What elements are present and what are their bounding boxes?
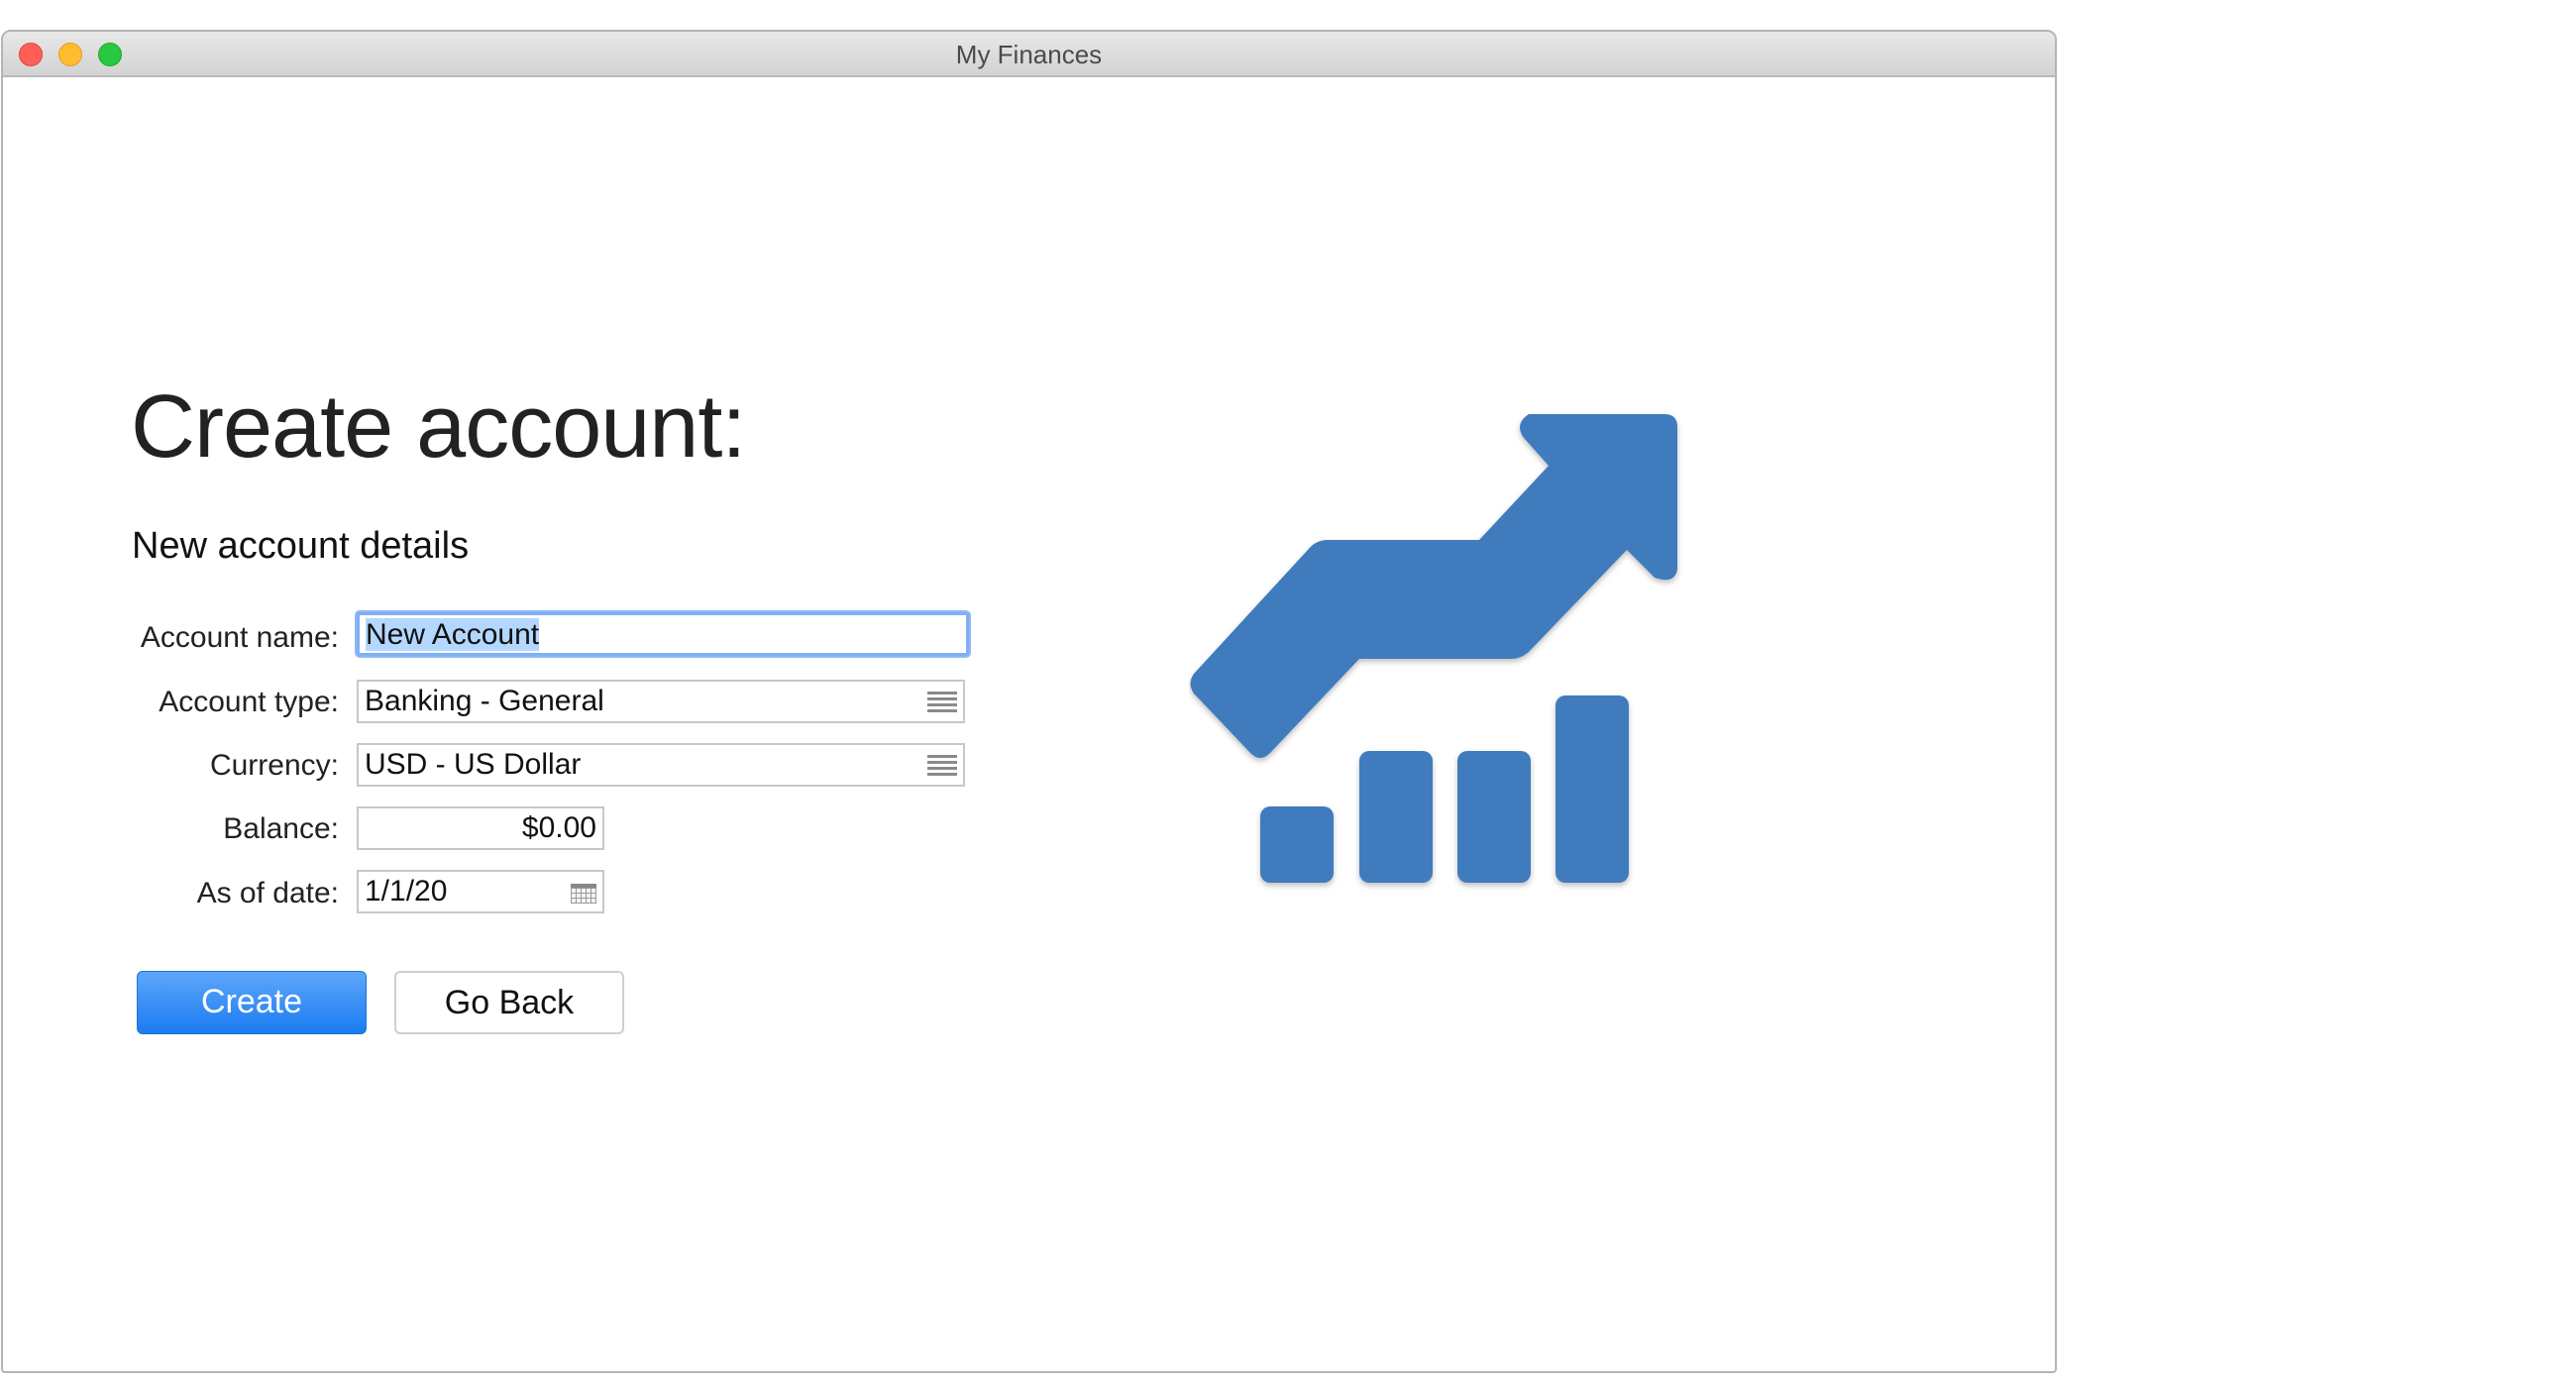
as-of-date-picker[interactable]: 1/1/20 xyxy=(357,870,604,913)
currency-value: USD - US Dollar xyxy=(365,748,582,781)
chart-bar xyxy=(1260,806,1334,883)
currency-label: Currency: xyxy=(209,749,339,782)
balance-label: Balance: xyxy=(223,812,339,845)
currency-select[interactable]: USD - US Dollar xyxy=(357,743,965,787)
chart-bar xyxy=(1457,751,1531,883)
page-title: Create account: xyxy=(131,377,746,477)
balance-value: $0.00 xyxy=(521,811,596,844)
chart-bar xyxy=(1556,695,1629,883)
list-icon xyxy=(927,755,957,777)
go-back-button[interactable]: Go Back xyxy=(394,971,624,1034)
growth-chart-icon xyxy=(1190,414,1677,883)
section-subtitle: New account details xyxy=(132,525,470,567)
account-name-value: New Account xyxy=(366,618,540,651)
account-type-value: Banking - General xyxy=(365,685,604,717)
balance-input[interactable]: $0.00 xyxy=(357,806,604,850)
calendar-icon[interactable] xyxy=(571,884,596,904)
window-title: My Finances xyxy=(955,40,1103,69)
title-bar[interactable]: My Finances xyxy=(3,32,2055,77)
account-name-input[interactable]: New Account xyxy=(357,612,969,656)
as-of-date-label: As of date: xyxy=(196,877,339,909)
account-name-label: Account name: xyxy=(140,621,339,654)
account-type-select[interactable]: Banking - General xyxy=(357,680,965,723)
create-button[interactable]: Create xyxy=(137,971,367,1034)
account-type-label: Account type: xyxy=(159,686,339,718)
as-of-date-value: 1/1/20 xyxy=(365,875,448,907)
list-icon xyxy=(927,692,957,713)
chart-bar xyxy=(1359,751,1433,883)
